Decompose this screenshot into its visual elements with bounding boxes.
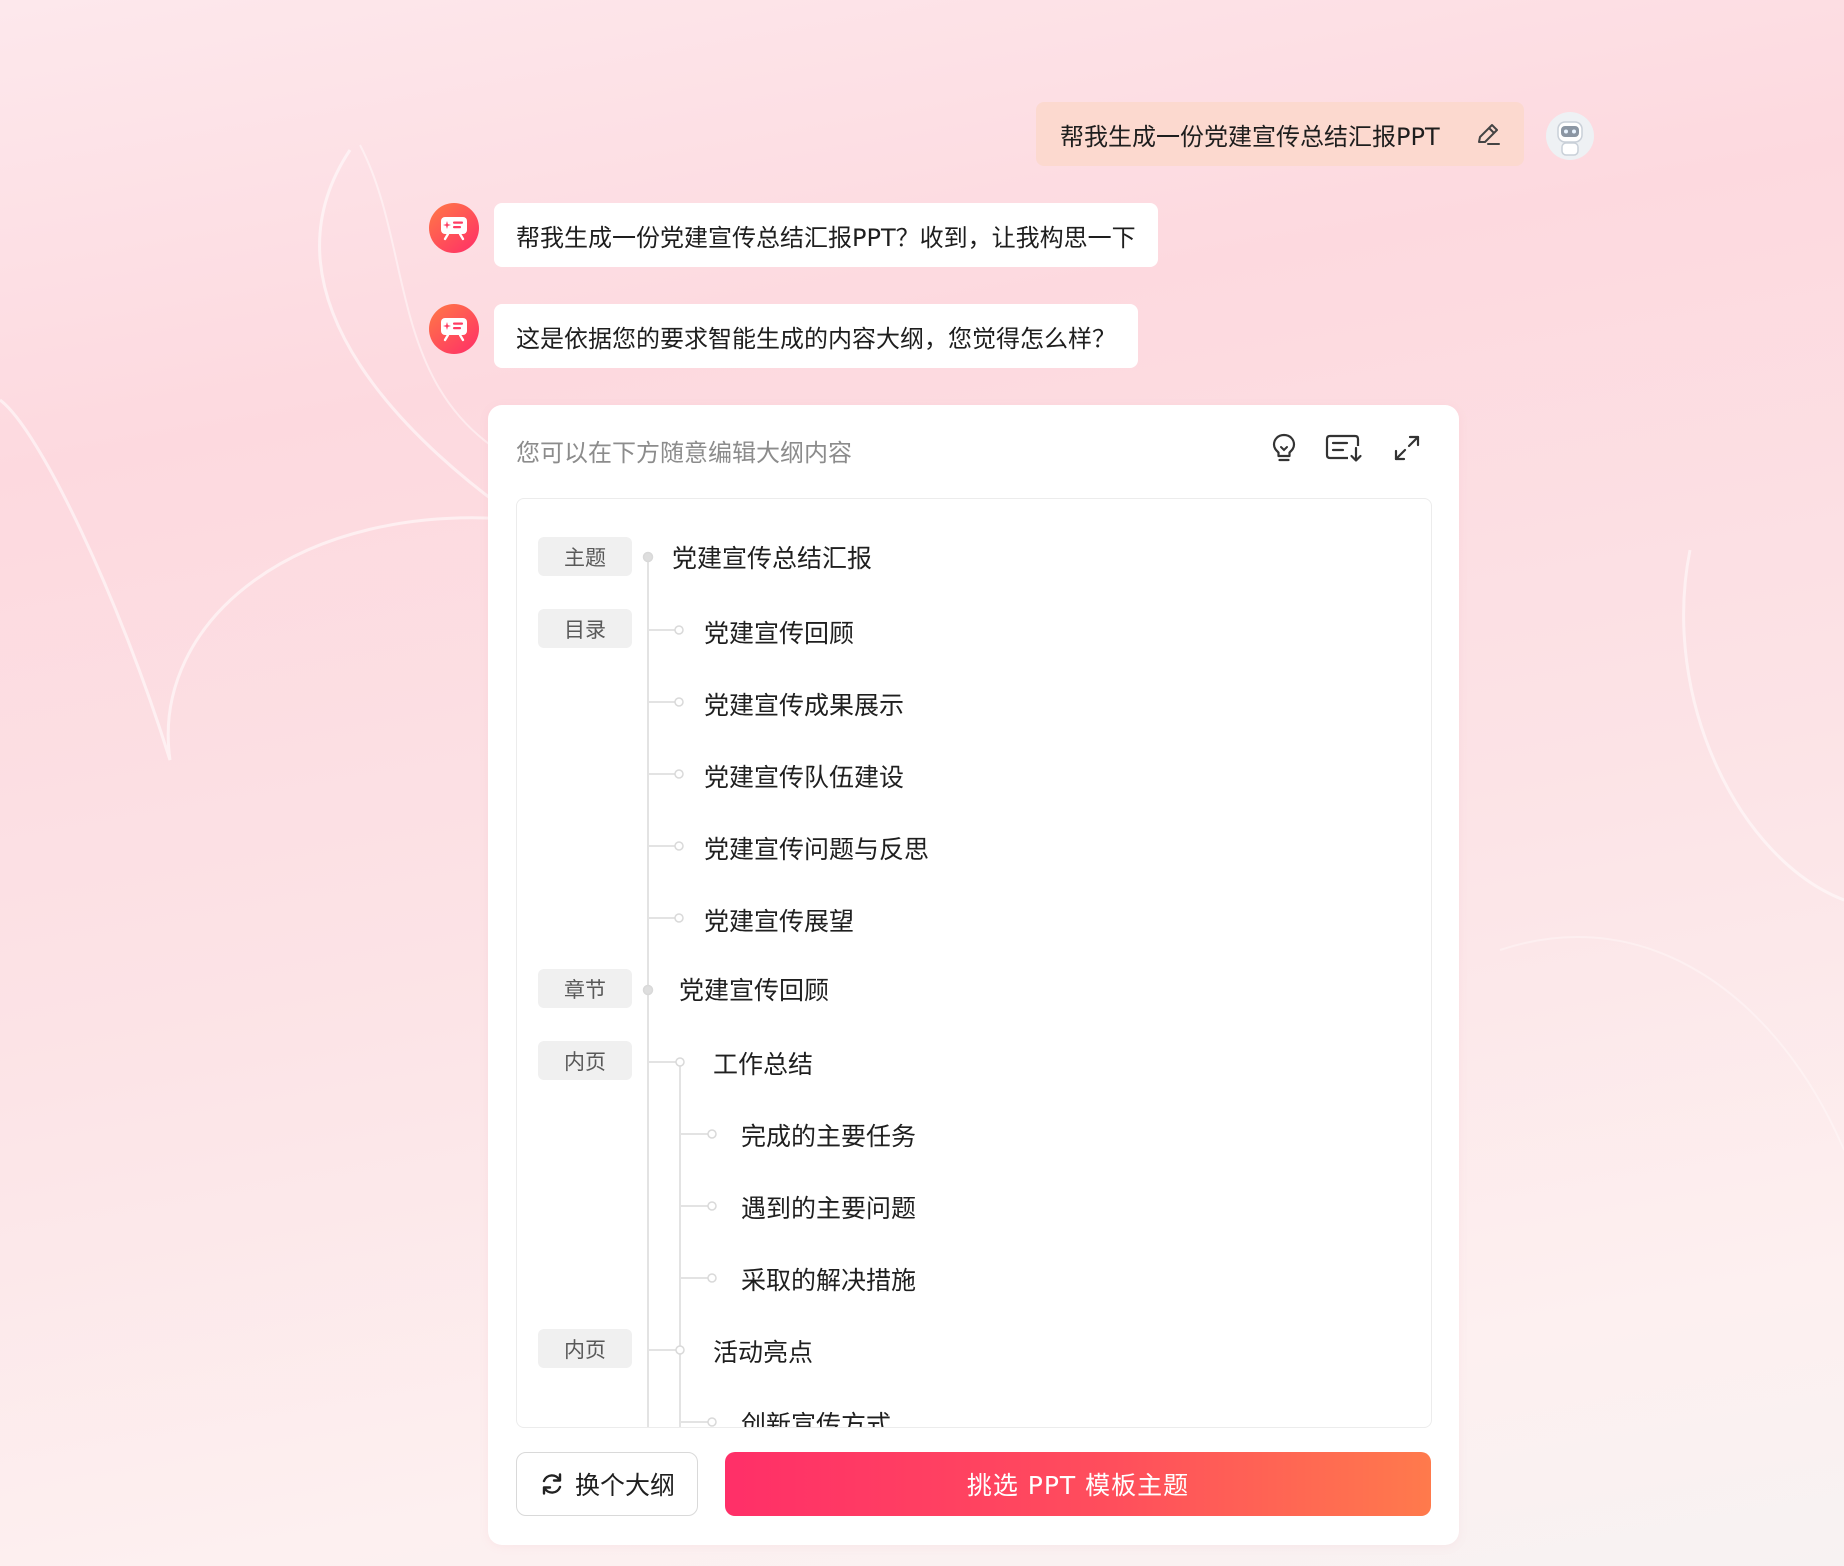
page-point[interactable]: 完成的主要任务 [741,1117,916,1153]
outline-tree-connectors [642,551,717,1427]
page-point[interactable]: 遇到的主要问题 [741,1189,916,1225]
tag-theme: 主题 [538,537,632,576]
outline-theme-title[interactable]: 党建宣传总结汇报 [672,539,872,575]
change-outline-label: 换个大纲 [574,1471,675,1500]
pick-template-button[interactable]: 挑选 PPT 模板主题 [725,1452,1431,1516]
pencil-icon[interactable] [1474,120,1502,148]
toc-item[interactable]: 党建宣传问题与反思 [704,830,929,866]
outline-hint: 您可以在下方随意编辑大纲内容 [516,439,852,467]
toc-item[interactable]: 党建宣传队伍建设 [704,758,904,794]
toc-item[interactable]: 党建宣传展望 [704,902,854,938]
tag-inner-page: 内页 [538,1329,632,1368]
change-outline-button[interactable]: 换个大纲 [516,1452,698,1516]
expand-icon[interactable] [1390,431,1424,465]
tag-inner-page: 内页 [538,1041,632,1080]
outline-card: 您可以在下方随意编辑大纲内容 主题 党建宣传总结汇报 目录 党建宣传回顾 党建宣… [488,405,1459,1545]
outline-editor[interactable]: 主题 党建宣传总结汇报 目录 党建宣传回顾 党建宣传成果展示 党建宣传队伍建设 … [516,498,1432,1428]
bot-avatar [429,304,479,354]
page-point[interactable]: 采取的解决措施 [741,1261,916,1297]
user-message-text: 帮我生成一份党建宣传总结汇报PPT [1060,122,1440,151]
download-outline-icon[interactable] [1324,431,1364,465]
lightbulb-icon[interactable] [1267,431,1301,465]
assistant-logo-icon [441,318,467,342]
chapter-title[interactable]: 党建宣传回顾 [679,971,829,1007]
tag-toc: 目录 [538,609,632,648]
user-message-bubble: 帮我生成一份党建宣传总结汇报PPT [1036,102,1524,166]
robot-avatar-icon [1557,121,1583,156]
page-title[interactable]: 活动亮点 [713,1333,813,1369]
toc-item[interactable]: 党建宣传成果展示 [704,686,904,722]
bot-message-text: 帮我生成一份党建宣传总结汇报PPT？收到，让我构思一下 [516,223,1136,252]
page-title[interactable]: 工作总结 [713,1045,813,1081]
assistant-logo-icon [441,217,467,241]
tag-chapter: 章节 [538,969,632,1008]
bot-message-bubble: 帮我生成一份党建宣传总结汇报PPT？收到，让我构思一下 [494,203,1158,267]
toc-item[interactable]: 党建宣传回顾 [704,614,854,650]
refresh-icon [542,1473,562,1495]
bot-message-text: 这是依据您的要求智能生成的内容大纲，您觉得怎么样？ [516,324,1116,353]
user-avatar [1546,112,1594,160]
page-point[interactable]: 创新宣传方式 [741,1405,891,1427]
bot-message-bubble: 这是依据您的要求智能生成的内容大纲，您觉得怎么样？ [494,304,1138,368]
bot-avatar [429,203,479,253]
pick-template-label: 挑选 PPT 模板主题 [966,1471,1190,1500]
